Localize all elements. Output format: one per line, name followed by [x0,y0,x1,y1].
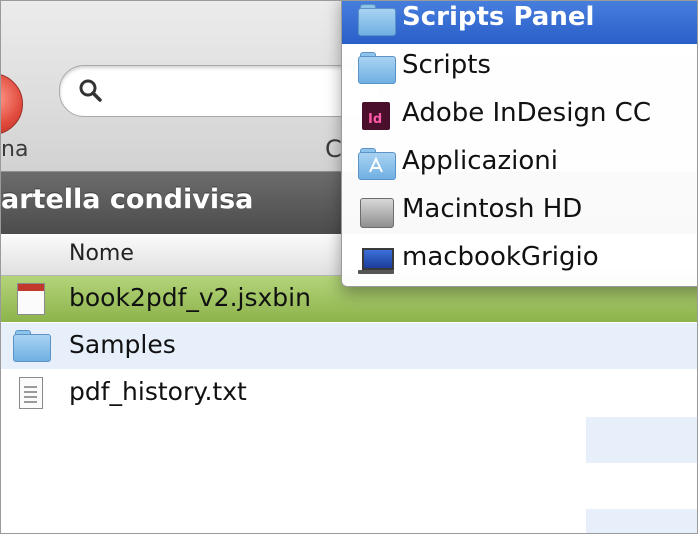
menu-item-macintosh-hd[interactable]: Macintosh HD [342,188,697,236]
search-icon [79,79,102,102]
menu-item-label: macbookGrigio [402,242,599,272]
path-popup-menu: Scripts Panel Scripts Id Adobe InDesign … [341,1,697,287]
menu-item-label: Macintosh HD [402,194,583,224]
menu-item-label: Adobe InDesign CC [402,98,651,128]
text-file-icon [13,377,49,409]
menu-item-scripts-panel[interactable]: Scripts Panel [342,1,697,44]
folder-icon [13,330,51,362]
laptop-icon [358,244,394,276]
toolbar-label-left: na [1,137,29,162]
file-row[interactable]: pdf_history.txt [1,370,697,416]
folder-icon [358,52,396,84]
close-button[interactable] [1,73,23,135]
search-input[interactable] [59,65,381,117]
file-name: pdf_history.txt [69,377,247,406]
menu-item-label: Applicazioni [402,146,558,176]
file-name: Samples [69,330,176,359]
applications-folder-icon [358,148,396,180]
menu-item-scripts[interactable]: Scripts [342,44,697,92]
menu-item-adobe-indesign[interactable]: Id Adobe InDesign CC [342,92,697,140]
menu-item-label: Scripts Panel [402,2,595,32]
empty-row-stripe [586,509,697,533]
menu-item-applicazioni[interactable]: Applicazioni [342,140,697,188]
folder-icon [358,4,396,36]
folder-title: artella condivisa [1,184,254,215]
file-name: book2pdf_v2.jsxbin [69,283,311,312]
indesign-icon: Id [358,100,394,132]
finder-window: na C artella condivisa Nome book2pdf_v2.… [0,0,698,534]
menu-item-label: Scripts [402,50,491,80]
empty-row-stripe [586,417,697,463]
indesign-icon-text: Id [368,112,383,127]
hard-drive-icon [358,196,394,228]
column-header-name[interactable]: Nome [69,241,134,266]
toolbar-label-middle: C [325,135,342,163]
menu-item-macbookgrigio[interactable]: macbookGrigio [342,236,697,284]
file-row[interactable]: Samples [1,323,697,369]
jsxbin-file-icon [13,283,49,315]
